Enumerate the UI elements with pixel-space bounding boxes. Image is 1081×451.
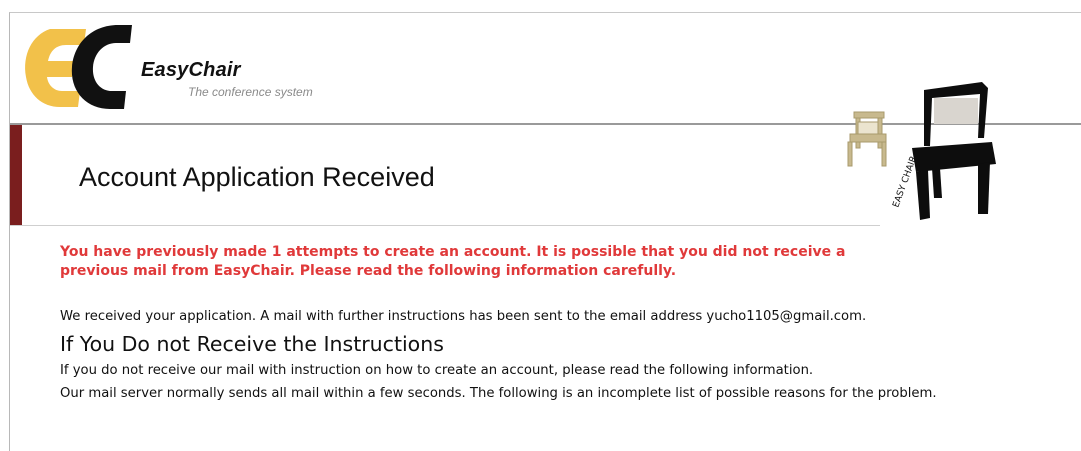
page-title: Account Application Received [79, 162, 435, 192]
easychair-logo[interactable]: EasyChair The conference system [20, 21, 350, 116]
page-frame: EasyChair The conference system Account … [9, 12, 1081, 451]
previous-attempts-warning: You have previously made 1 attempts to c… [60, 244, 846, 279]
logo-tagline: The conference system [188, 85, 313, 99]
help-paragraph-1: If you do not receive our mail with inst… [60, 363, 814, 378]
logo-name: EasyChair [141, 59, 241, 81]
section-heading: If You Do not Receive the Instructions [60, 332, 444, 356]
main-content: You have previously made 1 attempts to c… [60, 243, 1080, 402]
application-received-message: We received your application. A mail wit… [60, 309, 867, 324]
title-accent-bar [10, 125, 22, 225]
ec-logo-mark-icon [25, 25, 132, 109]
chair-illustration-icon: EASY CHAIR [828, 68, 1028, 228]
title-band: Account Application Received [10, 125, 880, 226]
help-paragraph-2: Our mail server normally sends all mail … [60, 386, 937, 401]
side-art-text: EASY CHAIR [891, 155, 919, 209]
